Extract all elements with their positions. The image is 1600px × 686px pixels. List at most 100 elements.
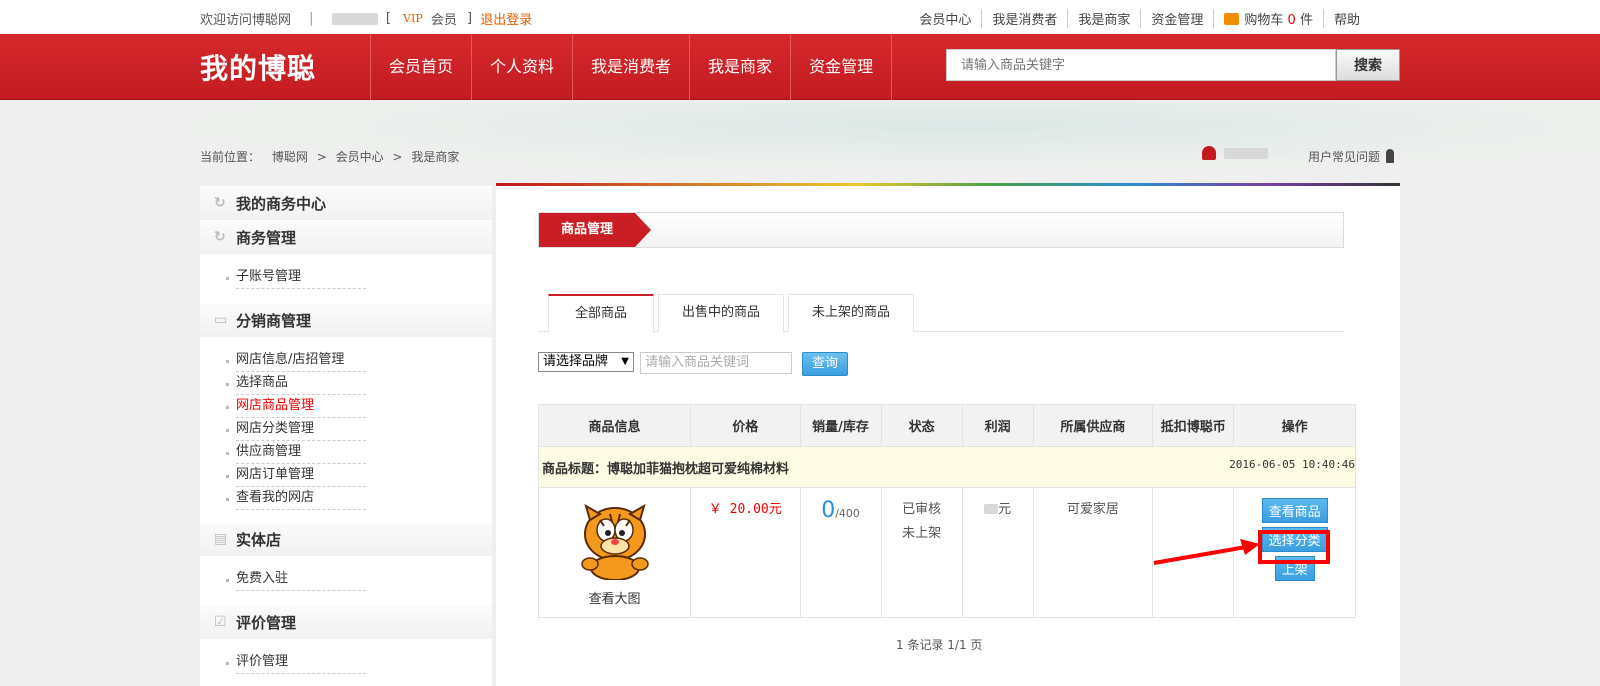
welcome-text: 欢迎访问博聪网	[200, 13, 292, 28]
sidebar-section-review[interactable]: ☑ 评价管理	[200, 605, 492, 639]
username-blurred	[1224, 148, 1268, 159]
sidebar-group-distributor: 网店信息/店招管理 选择商品 网店商品管理 网店分类管理 供应商管理 网店订单管…	[200, 337, 492, 522]
chevron-down-icon: ▼	[621, 356, 629, 367]
panel-title-bar: 商品管理	[538, 212, 1344, 248]
col-price: 价格	[690, 404, 801, 447]
header-bar: 我的博聪 会员首页 个人资料 我是消费者 我是商家 资金管理 搜索	[0, 34, 1600, 100]
stock-count: /400	[835, 507, 860, 520]
sidebar-item-review-mgmt[interactable]: 评价管理	[226, 651, 366, 674]
sidebar-item-free-join[interactable]: 免费入驻	[226, 568, 366, 591]
view-large-image-link[interactable]: 查看大图	[539, 588, 690, 607]
profit-cell: 元	[961, 487, 1034, 618]
section-title: 实体店	[236, 531, 282, 549]
sales-stock-cell: 0/400	[799, 487, 882, 618]
refresh-icon: ↻	[214, 229, 226, 245]
nav-member-home[interactable]: 会员首页	[370, 34, 471, 100]
sidebar-group-review: 评价管理	[200, 639, 492, 684]
help-link[interactable]: 帮助	[1322, 9, 1370, 28]
sidebar-section-business-mgmt[interactable]: ↻ 商务管理	[200, 220, 492, 254]
sidebar-item-shop-goods[interactable]: 网店商品管理	[226, 395, 366, 418]
top-left: 欢迎访问博聪网 | [ VIP 会员 ] 退出登录	[200, 9, 532, 28]
top-bar: 欢迎访问博聪网 | [ VIP 会员 ] 退出登录 会员中心 我是消费者 我是商家资…	[0, 0, 1600, 34]
site-logo[interactable]: 我的博聪	[200, 47, 316, 87]
product-image[interactable]	[570, 498, 660, 580]
breadcrumb-merchant[interactable]: 我是商家	[411, 150, 459, 164]
sold-count: 0	[821, 498, 836, 523]
brand-select-value: 请选择品牌	[543, 354, 609, 369]
username-blurred	[331, 12, 378, 25]
tab-off-shelf[interactable]: 未上架的商品	[788, 294, 914, 332]
tab-all-goods[interactable]: 全部商品	[548, 294, 654, 333]
card-icon: ▭	[214, 312, 228, 328]
vip-badge: VIP	[403, 12, 423, 25]
top-link-member-center[interactable]: 会员中心	[909, 9, 981, 28]
nav-profile[interactable]: 个人资料	[471, 34, 572, 100]
product-title-cell: 商品标题：博聪加菲猫抱枕超可爱纯棉材料 2016-06-05 10:40:46	[538, 446, 1356, 488]
tab-on-sale[interactable]: 出售中的商品	[658, 294, 784, 332]
panel-title: 商品管理	[539, 213, 635, 247]
sidebar-group-business: 子账号管理	[200, 254, 492, 303]
sidebar-section-physical-store[interactable]: ▤ 实体店	[200, 522, 492, 556]
top-link-funds[interactable]: 资金管理	[1140, 9, 1213, 28]
top-link-merchant[interactable]: 我是商家	[1067, 9, 1140, 28]
sidebar-item-shop-category[interactable]: 网店分类管理	[226, 418, 366, 441]
sidebar-item-view-shop[interactable]: 查看我的网店	[226, 487, 366, 510]
faq-label: 用户常见问题	[1308, 150, 1381, 164]
sidebar: ↻ 我的商务中心 ↻ 商务管理 子账号管理 ▭ 分销商管理 网店信息/店招管理 选择商…	[200, 186, 492, 686]
sidebar-section-business-center[interactable]: ↻ 我的商务中心	[200, 186, 492, 220]
sidebar-item-shop-info[interactable]: 网店信息/店招管理	[226, 349, 366, 372]
printer-icon: ▤	[214, 531, 228, 547]
panel-title-arrow	[635, 213, 651, 247]
section-title: 分销商管理	[236, 312, 312, 330]
breadcrumb-member-center[interactable]: 会员中心	[336, 150, 384, 164]
product-price: ￥ 20.00元	[708, 502, 782, 517]
sidebar-group-store: 免费入驻	[200, 556, 492, 605]
search-input[interactable]	[946, 49, 1336, 81]
nav-consumer[interactable]: 我是消费者	[572, 34, 689, 100]
profit-blurred	[984, 504, 999, 514]
sidebar-item-subaccount[interactable]: 子账号管理	[226, 266, 366, 289]
view-goods-button[interactable]: 查看商品	[1261, 498, 1328, 523]
supplier-cell: 可爱家居	[1032, 487, 1154, 618]
nav-merchant[interactable]: 我是商家	[689, 34, 790, 100]
sidebar-item-shop-orders[interactable]: 网店订单管理	[226, 464, 366, 487]
query-button[interactable]: 查询	[802, 352, 848, 376]
search-box: 搜索	[946, 49, 1400, 81]
bracket-open: [	[385, 11, 391, 26]
section-title: 我的商务中心	[236, 195, 327, 213]
section-title: 评价管理	[236, 614, 297, 632]
breadcrumb-home[interactable]: 博聪网	[272, 150, 308, 164]
logout-link[interactable]: 退出登录	[480, 9, 532, 28]
search-button[interactable]: 搜索	[1336, 49, 1400, 81]
brand-select[interactable]: 请选择品牌 ▼	[538, 352, 634, 372]
keyword-input[interactable]: 请输入商品关键词	[640, 352, 792, 374]
sidebar-item-select-goods[interactable]: 选择商品	[226, 372, 366, 395]
breadcrumb: 当前位置： 博聪网 > 会员中心 > 我是商家	[200, 148, 459, 165]
faq-link[interactable]: 用户常见问题	[1308, 148, 1395, 165]
refresh-icon: ↻	[214, 195, 226, 211]
cart-count: 0	[1287, 13, 1296, 28]
main-nav: 会员首页 个人资料 我是消费者 我是商家 资金管理	[370, 34, 893, 100]
goods-tabs: 全部商品 出售中的商品 未上架的商品	[538, 294, 1344, 333]
col-goods-info: 商品信息	[537, 404, 692, 447]
checkbox-icon: ☑	[214, 614, 227, 630]
supplier-name: 可爱家居	[1066, 502, 1119, 517]
breadcrumb-sep: >	[316, 150, 327, 164]
cart-label: 购物车	[1244, 13, 1284, 28]
top-link-consumer[interactable]: 我是消费者	[981, 9, 1067, 28]
cart-icon	[1224, 13, 1240, 25]
sidebar-section-distributor[interactable]: ▭ 分销商管理	[200, 303, 492, 337]
banner-background	[0, 101, 1600, 185]
col-actions: 操作	[1233, 404, 1356, 447]
status-cell: 已审核 未上架	[880, 487, 963, 618]
top-right-links: 会员中心 我是消费者 我是商家 资金管理 购物车 0 件帮助	[909, 9, 1370, 28]
col-profit: 利润	[961, 404, 1034, 447]
lightbulb-icon	[1386, 149, 1395, 163]
cart-link[interactable]: 购物车 0 件	[1213, 9, 1323, 28]
nav-funds[interactable]: 资金管理	[790, 34, 893, 100]
separator: |	[309, 11, 314, 26]
product-title: 商品标题：博聪加菲猫抱枕超可爱纯棉材料	[542, 461, 790, 477]
user-info[interactable]	[1202, 146, 1268, 161]
highlight-box	[1258, 530, 1330, 564]
sidebar-item-supplier[interactable]: 供应商管理	[226, 441, 366, 464]
